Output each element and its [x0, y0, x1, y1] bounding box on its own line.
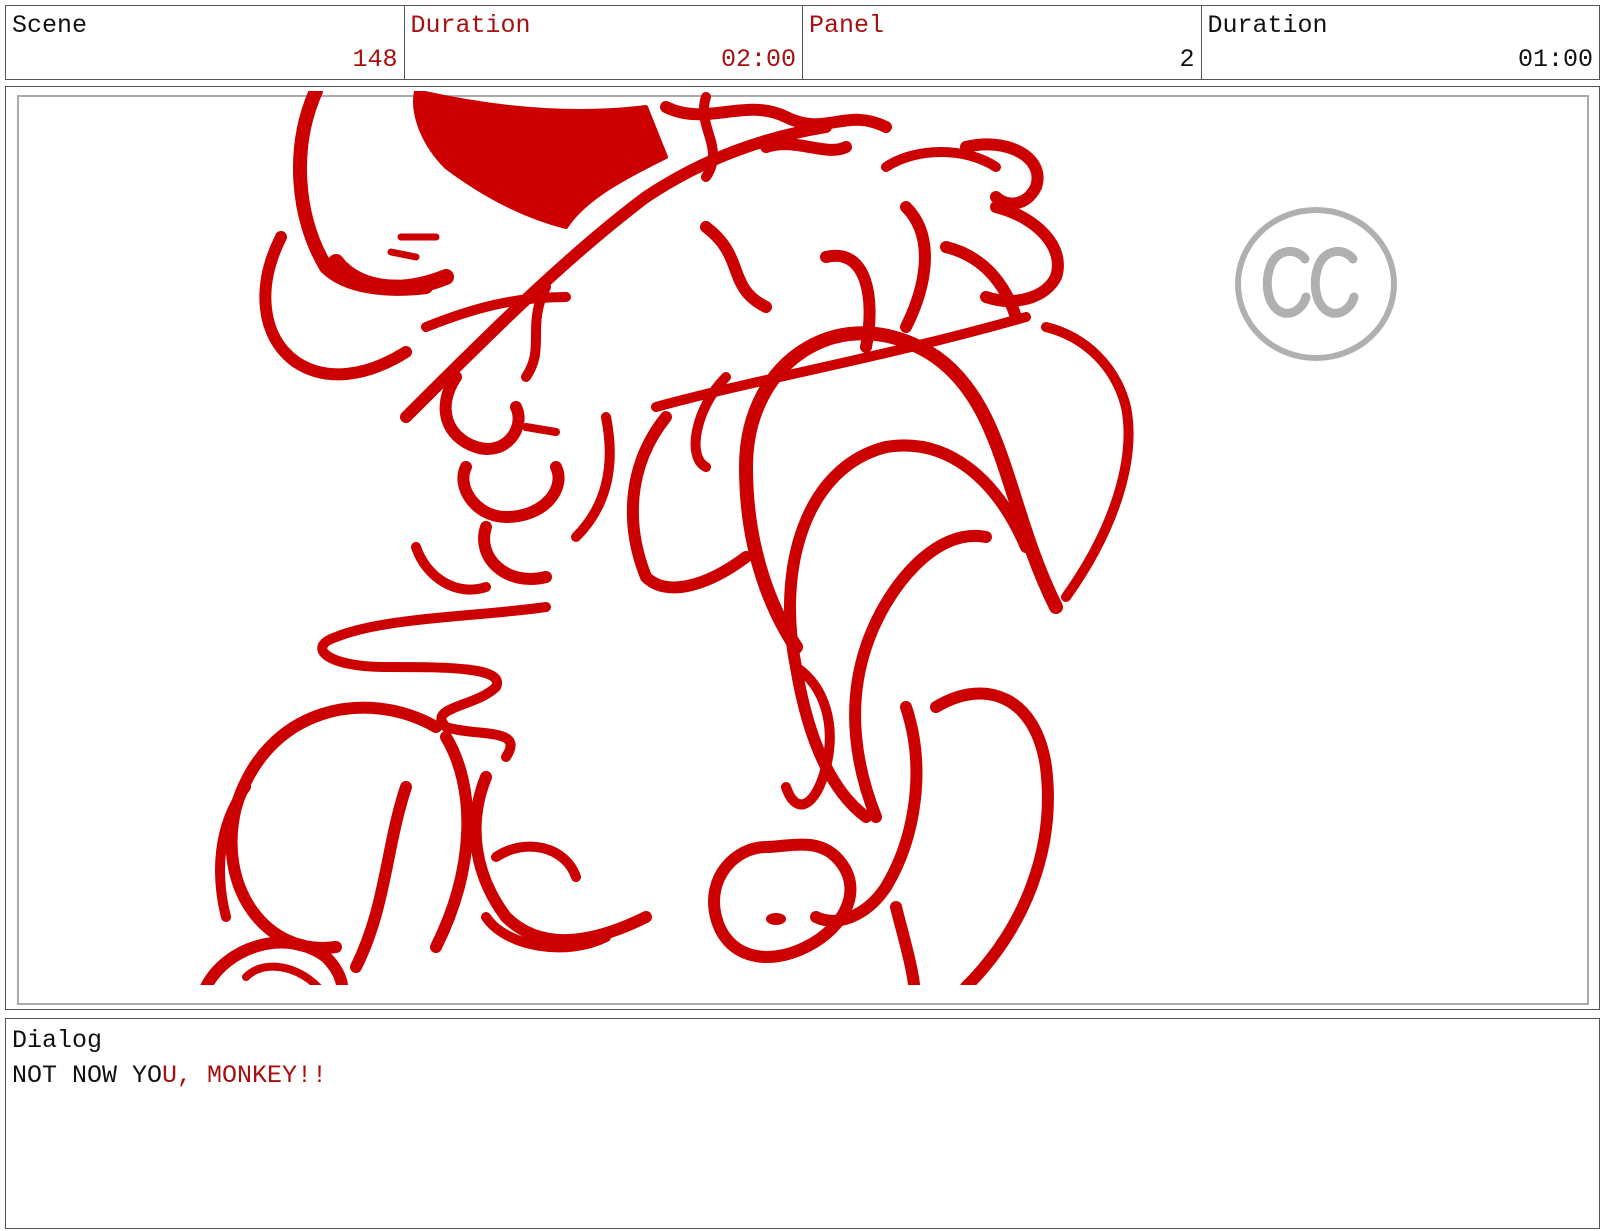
- scene-cell: Scene 148: [6, 6, 405, 79]
- sketch-stroke: [478, 521, 552, 585]
- sketch-stroke: [225, 701, 442, 954]
- sketch-stroke: [881, 147, 1001, 172]
- scene-duration-value: 02:00: [720, 45, 796, 74]
- scene-label: Scene: [12, 11, 88, 40]
- sketch-stroke: [317, 602, 551, 762]
- sketch-stroke: [457, 461, 565, 523]
- dialog-label: Dialog: [12, 1026, 103, 1055]
- sketch-stroke: [411, 542, 491, 595]
- storyboard-panel: [5, 86, 1600, 1010]
- scene-duration-cell: Duration 02:00: [405, 6, 803, 79]
- sketch-stroke: [491, 841, 581, 882]
- sketch-stroke: [350, 781, 412, 973]
- dialog-text-part2: U, MONKEY!!: [162, 1061, 328, 1090]
- sketch-stroke: [242, 962, 322, 985]
- panel-duration-label: Duration: [1207, 11, 1328, 40]
- sketch-stroke: [766, 913, 786, 925]
- sketch-stroke: [900, 201, 931, 333]
- panel-duration-value: 01:00: [1517, 45, 1593, 74]
- scene-duration-label: Duration: [410, 11, 531, 40]
- sketch-stroke: [890, 901, 921, 985]
- dialog-text-part1: NOT NOW YO: [12, 1061, 163, 1090]
- sketch-stroke: [571, 412, 615, 542]
- sketch-stroke: [700, 221, 772, 313]
- panel-value: 2: [1179, 45, 1195, 74]
- sketch-stroke: [328, 254, 454, 296]
- panel-cell: Panel 2: [803, 6, 1202, 79]
- cc-watermark-icon: [1235, 207, 1397, 361]
- sketch-stroke: [626, 411, 752, 594]
- sketch-stroke: [430, 731, 474, 953]
- sketch-stroke: [200, 936, 349, 985]
- panel-duration-cell: Duration 01:00: [1202, 6, 1600, 79]
- sketch-drawing: [200, 91, 1397, 985]
- sketch-stroke: [292, 91, 433, 296]
- sketch-stroke: [387, 233, 440, 261]
- scene-value: 148: [352, 45, 398, 74]
- dialog-box: Dialog NOT NOW YOU, MONKEY!!: [5, 1018, 1600, 1229]
- panel-label: Panel: [809, 11, 885, 40]
- sketch-stroke: [930, 687, 1054, 985]
- sketch-stroke: [708, 838, 857, 963]
- dialog-line: NOT NOW YOU, MONKEY!!: [12, 1062, 327, 1090]
- sketch-stroke: [1041, 322, 1134, 602]
- storyboard-header: Scene 148 Duration 02:00 Panel 2 Duratio…: [5, 5, 1600, 80]
- sketch-stroke: [760, 138, 852, 156]
- sketch-stroke: [439, 371, 525, 455]
- sketch-stroke: [522, 423, 560, 436]
